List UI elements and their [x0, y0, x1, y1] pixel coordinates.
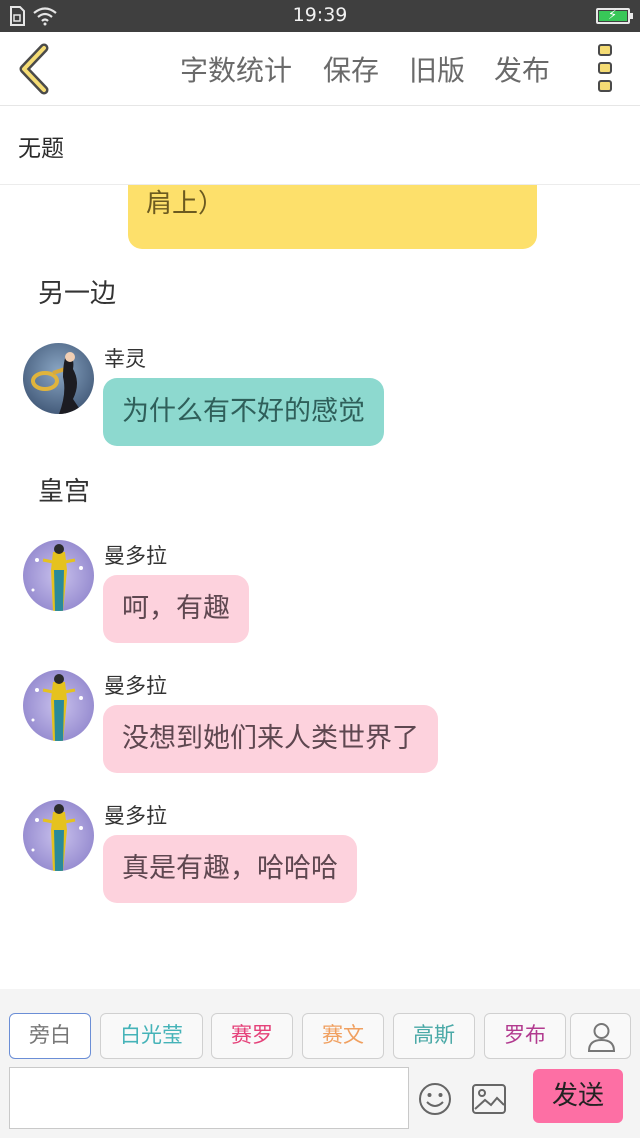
chevron-left-icon[interactable] — [14, 42, 54, 96]
message-bubble[interactable]: 真是有趣，哈哈哈 — [103, 835, 357, 903]
narration-bubble[interactable]: 就看不惯她们（坐在谱座真的 肩上） — [128, 185, 537, 249]
more-vertical-icon[interactable] — [596, 44, 614, 96]
avatar[interactable] — [23, 540, 94, 611]
message-input[interactable] — [9, 1067, 409, 1129]
character-name: 幸灵 — [104, 347, 146, 371]
story-title: 无题 — [18, 136, 64, 162]
character-chip[interactable]: 赛文 — [302, 1013, 384, 1059]
avatar[interactable] — [23, 670, 94, 741]
status-bar: 19:39 ⚡ — [0, 0, 640, 32]
character-name: 曼多拉 — [104, 544, 167, 568]
character-chip-narrator[interactable]: 旁白 — [9, 1013, 91, 1059]
character-name: 曼多拉 — [104, 804, 167, 828]
smiley-icon[interactable] — [417, 1081, 453, 1117]
character-chip[interactable]: 罗布 — [484, 1013, 566, 1059]
scene-label: 另一边 — [38, 279, 117, 309]
story-title-bar[interactable]: 无题 — [0, 107, 640, 185]
send-button[interactable]: 发送 — [533, 1069, 623, 1123]
message-bubble[interactable]: 没想到她们来人类世界了 — [103, 705, 438, 773]
user-icon — [587, 1023, 616, 1052]
message-bubble[interactable]: 呵，有趣 — [103, 575, 249, 643]
character-name: 曼多拉 — [104, 674, 167, 698]
character-chip[interactable]: 高斯 — [393, 1013, 475, 1059]
publish-button[interactable]: 发布 — [494, 49, 550, 89]
battery-charging-icon: ⚡ — [596, 8, 633, 24]
scene-label: 皇宫 — [38, 477, 91, 507]
character-chip[interactable]: 白光莹 — [100, 1013, 203, 1059]
old-version-button[interactable]: 旧版 — [409, 49, 465, 89]
editor-header: 字数统计 保存 旧版 发布 — [0, 32, 640, 106]
narration-text: 就看不惯她们（坐在谱座真的 肩上） — [146, 185, 484, 219]
composer-panel: 旁白 白光莹 赛罗 赛文 高斯 罗布 发送 — [0, 989, 640, 1138]
story-content[interactable]: 就看不惯她们（坐在谱座真的 肩上） 另一边 幸灵 为什么有不好的感觉 皇宫 — [0, 185, 640, 989]
message-bubble[interactable]: 为什么有不好的感觉 — [103, 378, 384, 446]
character-chip[interactable]: 赛罗 — [211, 1013, 293, 1059]
save-button[interactable]: 保存 — [323, 49, 379, 89]
avatar[interactable] — [23, 800, 94, 871]
avatar[interactable] — [23, 343, 94, 414]
add-character-button[interactable] — [570, 1013, 631, 1059]
word-count-button[interactable]: 字数统计 — [180, 49, 292, 89]
status-time: 19:39 — [292, 4, 348, 26]
image-icon[interactable] — [471, 1083, 507, 1115]
